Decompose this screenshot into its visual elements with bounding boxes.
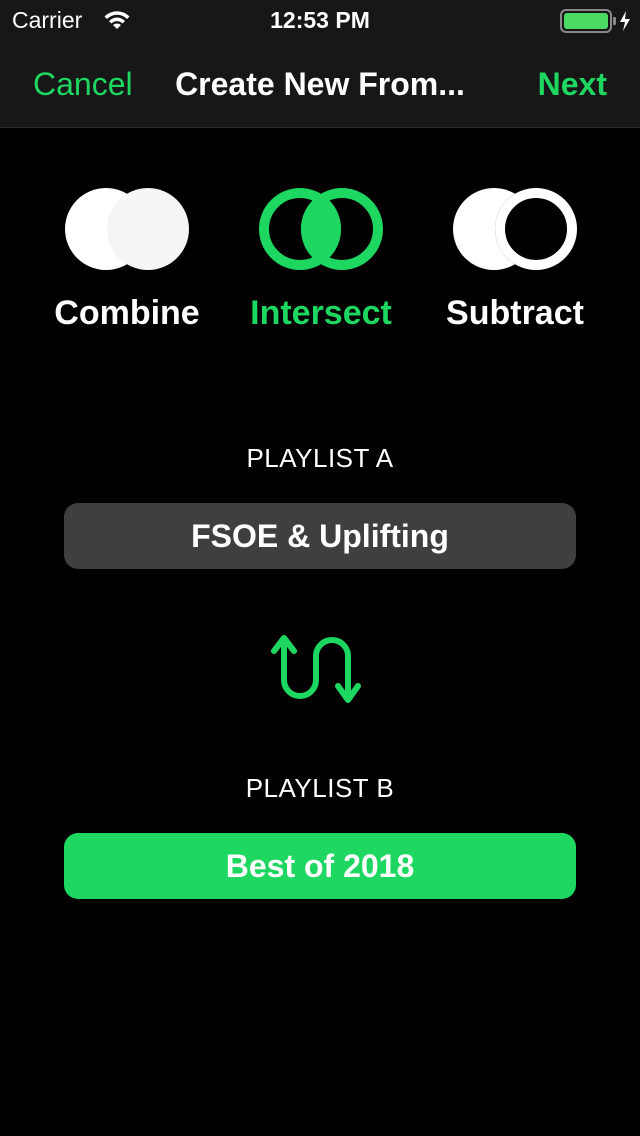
playlist-b-button[interactable]: Best of 2018	[64, 833, 576, 899]
combine-option[interactable]: Combine	[42, 186, 212, 346]
playlist-a-button[interactable]: FSOE & Uplifting	[64, 503, 576, 569]
status-time: 12:53 PM	[270, 7, 370, 33]
playlist-b-label: PLAYLIST B	[245, 773, 395, 803]
intersect-option[interactable]: Intersect	[236, 186, 406, 346]
subtract-label: Subtract	[446, 294, 584, 332]
battery-icon	[560, 8, 634, 39]
subtract-icon	[453, 188, 577, 270]
playlist-a-label: PLAYLIST A	[246, 443, 394, 473]
intersect-label: Intersect	[250, 294, 392, 332]
intersect-icon	[259, 188, 383, 270]
navigation-bar: Cancel Create New From... Next	[0, 40, 640, 128]
swap-arrows-icon[interactable]	[270, 628, 370, 713]
combine-icon	[65, 188, 189, 270]
combine-label: Combine	[54, 294, 200, 332]
next-button[interactable]: Next	[538, 66, 607, 103]
status-bar: Carrier 12:53 PM	[0, 0, 640, 40]
subtract-option[interactable]: Subtract	[430, 186, 600, 346]
